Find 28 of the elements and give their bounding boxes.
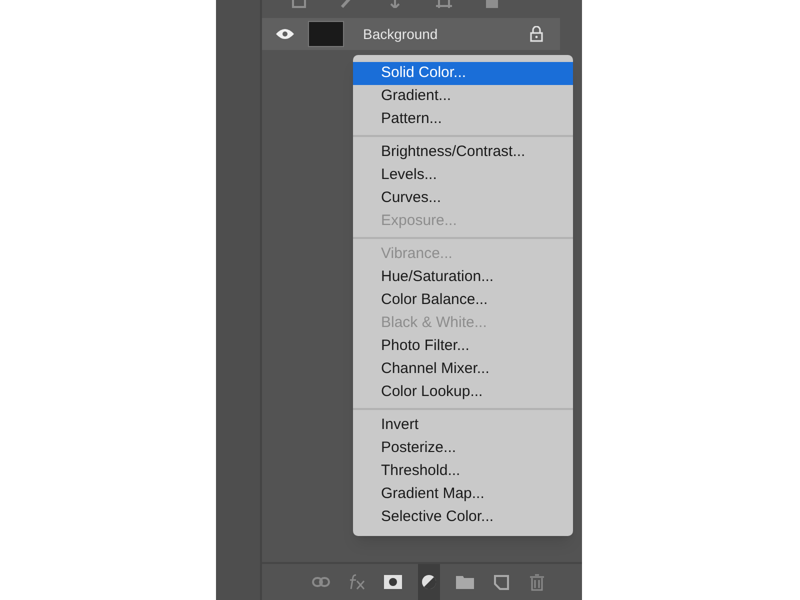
half-circle-icon (421, 574, 437, 590)
trash-icon (530, 574, 544, 590)
menu-item[interactable]: Brightness/Contrast... (353, 141, 573, 164)
fx-icon (348, 574, 366, 590)
link-icon (312, 577, 330, 587)
menu-item[interactable]: Invert (353, 414, 573, 437)
layer-name: Background (363, 24, 439, 44)
menu-item[interactable]: Photo Filter... (353, 335, 573, 358)
menu-item[interactable]: Color Lookup... (353, 381, 573, 404)
photo-placeholder (308, 21, 344, 47)
menu-item[interactable]: Gradient... (353, 85, 573, 108)
menu-item[interactable]: Pattern... (353, 108, 573, 131)
new-layer-icon (494, 574, 508, 590)
menu-item[interactable]: Channel Mixer... (353, 358, 573, 381)
folder-icon (456, 575, 474, 589)
eye-icon[interactable] (276, 28, 294, 40)
toolbar-button[interactable] (418, 564, 440, 600)
menu-item[interactable]: Solid Color... (353, 62, 573, 85)
layer-row[interactable]: Background (262, 18, 560, 50)
menu-item[interactable]: Threshold... (353, 460, 573, 483)
menu-item[interactable]: Selective Color... (353, 506, 573, 529)
menu-item[interactable]: Posterize... (353, 437, 573, 460)
menu-item[interactable]: Hue/Saturation... (353, 266, 573, 289)
menu-item[interactable]: Curves... (353, 187, 573, 210)
mask-icon (384, 575, 402, 589)
menu-item[interactable]: Color Balance... (353, 289, 573, 312)
menu-item[interactable]: Gradient Map... (353, 483, 573, 506)
menu-item[interactable]: Levels... (353, 164, 573, 187)
